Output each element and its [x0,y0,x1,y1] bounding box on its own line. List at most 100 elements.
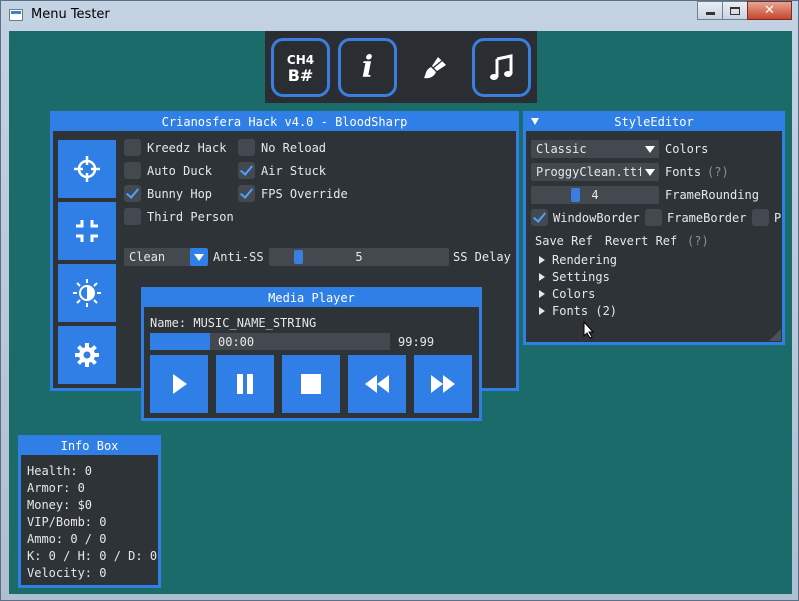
info-ammo: Ammo: 0 / 0 [27,532,107,546]
colors-combo-value: Classic [536,142,587,156]
info-velocity: Velocity: 0 [27,566,107,580]
app-window: Menu Tester ✕ CH4 B# i Crianosfera Hack … [0,0,799,601]
frame-border-checkbox[interactable] [645,209,662,226]
fonts-label: Fonts [665,165,702,179]
fonts-combo[interactable]: ProggyClean.ttf, [531,163,659,181]
kreedz-hack-label: Kreedz Hack [147,141,227,155]
channel-icon: CH4 B# [287,53,314,84]
air-stuck-checkbox[interactable] [238,162,255,179]
style-button[interactable] [405,38,464,97]
frame-rounding-value: 4 [591,188,599,202]
minimize-icon [705,12,715,15]
pause-button[interactable] [216,355,274,413]
popup-border-checkbox[interactable] [752,209,769,226]
colors-label: Colors [665,142,709,156]
anti-ss-label: Anti-SS [213,250,264,264]
save-ref-button[interactable]: Save Ref [535,234,593,248]
visuals-tab-button[interactable] [58,264,116,322]
pause-icon [237,374,253,394]
time-current: 00:00 [218,335,255,349]
anti-ss-value: Clean [129,250,166,264]
close-icon: ✕ [764,3,775,18]
third-person-label: Third Person [147,210,234,224]
fonts-help[interactable]: (?) [707,165,729,179]
kreedz-hack-checkbox[interactable] [124,139,141,156]
tree-item-settings[interactable]: Settings [552,270,610,284]
slider-grab[interactable] [571,188,580,202]
caption-buttons: ✕ [697,1,792,20]
fast-forward-icon [431,375,455,393]
third-person-checkbox[interactable] [124,208,141,225]
ref-help[interactable]: (?) [687,234,709,248]
brush-icon [423,56,446,78]
hack-window-title[interactable]: Crianosfera Hack v4.0 - BloodSharp [53,114,516,131]
frame-rounding-label: FrameRounding [665,188,759,202]
track-progress[interactable]: 00:00 [150,333,390,350]
window-border-label: WindowBorder [553,211,640,225]
settings-tab-button[interactable] [58,326,116,384]
maximize-button[interactable] [722,1,748,20]
misc-tab-button[interactable] [58,202,116,260]
tree-item-colors[interactable]: Colors [552,287,595,301]
stop-icon [301,374,321,394]
style-editor-title[interactable]: StyleEditor [526,114,782,131]
collapse-icon[interactable] [531,118,539,125]
progress-fill [150,333,210,350]
music-button[interactable] [472,38,531,97]
channel-button[interactable]: CH4 B# [271,38,330,97]
ss-delay-value: 5 [355,250,363,264]
compress-icon [76,220,98,242]
info-button[interactable]: i [338,38,397,97]
stop-button[interactable] [282,355,340,413]
info-money: Money: $0 [27,498,93,512]
aimbot-tab-button[interactable] [58,140,116,198]
fps-override-checkbox[interactable] [238,185,255,202]
info-health: Health: 0 [27,464,93,478]
track-name: Name: MUSIC_NAME_STRING [150,316,317,330]
ss-delay-slider[interactable]: 5 [269,248,449,266]
no-reload-label: No Reload [261,141,327,155]
tree-item-fonts[interactable]: Fonts (2) [552,304,617,318]
rewind-button[interactable] [348,355,406,413]
auto-duck-checkbox[interactable] [124,162,141,179]
ss-delay-label: SS Delay [453,250,511,264]
fps-override-label: FPS Override [261,187,348,201]
media-player-title[interactable]: Media Player [144,290,479,307]
style-editor-window: StyleEditor Classic Colors ProggyClean.t… [523,111,785,345]
chevron-down-icon [641,140,659,158]
tree-arrow-icon [539,273,545,281]
window-title: Menu Tester [31,7,110,22]
client-area: CH4 B# i Crianosfera Hack v4.0 - BloodSh… [9,31,792,594]
gear-icon [75,343,99,367]
brightness-icon [73,279,101,307]
window-border-checkbox[interactable] [531,209,548,226]
tree-arrow-icon [539,256,545,264]
maximize-icon [730,6,740,15]
tree-item-rendering[interactable]: Rendering [552,253,617,267]
revert-ref-button[interactable]: Revert Ref [605,234,677,248]
style-editor-title-text: StyleEditor [614,115,694,129]
play-button[interactable] [150,355,208,413]
close-button[interactable]: ✕ [747,1,792,20]
anti-ss-combo[interactable]: Clean [124,248,208,266]
info-kills: K: 0 / H: 0 / D: 0 [27,549,158,563]
tree-arrow-icon [539,290,545,298]
bunny-hop-checkbox[interactable] [124,185,141,202]
info-box-title[interactable]: Info Box [21,438,158,455]
frame-border-label: FrameBorder [667,211,747,225]
minimize-button[interactable] [697,1,723,20]
fast-forward-button[interactable] [414,355,472,413]
resize-grip-icon[interactable] [769,329,781,341]
media-player-window: Media Player Name: MUSIC_NAME_STRING 00:… [141,287,482,421]
slider-grab[interactable] [294,250,303,264]
info-box-window: Info Box Health: 0 Armor: 0 Money: $0 VI… [18,435,161,588]
app-icon [9,9,23,21]
chevron-down-icon [641,163,659,181]
title-bar[interactable]: Menu Tester ✕ [1,1,798,30]
frame-rounding-slider[interactable]: 4 [531,186,659,204]
no-reload-checkbox[interactable] [238,139,255,156]
mouse-cursor-icon [583,321,595,339]
info-vip-bomb: VIP/Bomb: 0 [27,515,107,529]
chevron-down-icon [190,248,208,266]
colors-combo[interactable]: Classic [531,140,659,158]
